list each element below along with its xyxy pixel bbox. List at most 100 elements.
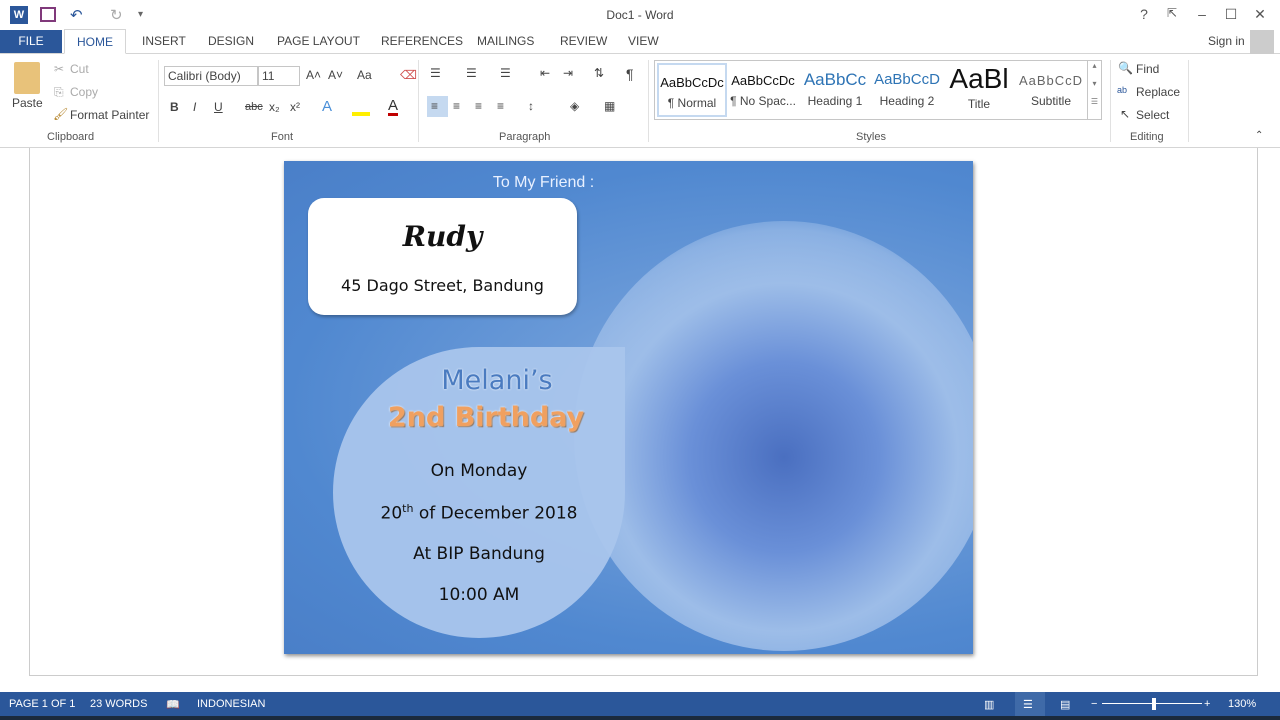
cut-button[interactable]: Cut (70, 62, 89, 76)
bullets-icon[interactable]: ☰ (430, 66, 441, 80)
tab-home[interactable]: HOME (64, 29, 126, 54)
collapse-ribbon-icon[interactable]: ⌃ (1255, 130, 1263, 141)
event-time: 10:00 AM (438, 585, 520, 605)
format-painter-button[interactable]: Format Painter (70, 108, 149, 122)
font-color-icon[interactable]: A (388, 98, 399, 116)
justify-icon[interactable]: ≡ (497, 99, 504, 113)
style-no-spacing[interactable]: AaBbCcDc ¶ No Spac... (728, 63, 798, 117)
event-title-name: Melani’s (441, 365, 553, 396)
superscript-button[interactable]: x² (290, 100, 300, 114)
align-right-icon[interactable]: ≡ (475, 99, 482, 113)
borders-icon[interactable]: ▦ (604, 99, 615, 113)
italic-button[interactable]: I (193, 100, 196, 114)
subscript-button[interactable]: x₂ (269, 100, 280, 114)
editing-group-label: Editing (1130, 131, 1164, 143)
page-count[interactable]: PAGE 1 OF 1 (9, 698, 75, 710)
clear-formatting-icon[interactable]: ⌫ (400, 68, 417, 82)
zoom-level[interactable]: 130% (1228, 698, 1256, 710)
styles-group-label: Styles (856, 131, 886, 143)
highlight-icon[interactable] (352, 102, 370, 116)
replace-icon: ab (1117, 85, 1128, 95)
select-button[interactable]: Select (1136, 108, 1169, 122)
recipient-name: Rudy (402, 220, 483, 253)
window-title: Doc1 - Word (606, 8, 674, 22)
avatar[interactable] (1250, 30, 1274, 54)
font-size-value: 11 (262, 69, 275, 83)
text-effects-icon[interactable]: A (322, 98, 332, 115)
to-label: To My Friend : (492, 174, 595, 191)
shading-icon[interactable]: ◈ (570, 99, 579, 113)
copy-icon: ⎘ (54, 85, 64, 99)
event-day: On Monday (430, 461, 528, 481)
show-marks-button[interactable]: ¶ (626, 66, 634, 82)
sign-in-link[interactable]: Sign in (1208, 34, 1245, 48)
ribbon-display-options-button[interactable]: ⇱ (1160, 6, 1184, 20)
minimize-button[interactable]: – (1190, 6, 1214, 22)
change-case-button[interactable]: Aa (357, 68, 372, 82)
paste-icon[interactable] (14, 62, 40, 94)
tab-references[interactable]: REFERENCES (381, 34, 463, 48)
numbering-icon[interactable]: ☰ (466, 66, 477, 80)
tab-design[interactable]: DESIGN (208, 34, 254, 48)
style-subtitle[interactable]: AaBbCcD Subtitle (1016, 63, 1086, 117)
strikethrough-button[interactable]: abc (245, 101, 263, 113)
clipboard-group-label: Clipboard (47, 131, 95, 143)
find-icon: 🔍 (1118, 61, 1133, 75)
tab-page-layout[interactable]: PAGE LAYOUT (277, 34, 360, 48)
font-group-label: Font (271, 131, 294, 143)
font-size-select[interactable]: 11 (258, 66, 300, 86)
ribbon-tabs: FILE HOME INSERT DESIGN PAGE LAYOUT REFE… (0, 29, 1280, 54)
web-layout-icon[interactable]: ▤ (1060, 698, 1070, 711)
zoom-in-button[interactable]: + (1204, 698, 1210, 710)
find-button[interactable]: Find (1136, 62, 1159, 76)
decrease-indent-icon[interactable]: ⇤ (540, 66, 550, 80)
style-normal[interactable]: AaBbCcDc ¶ Normal (657, 63, 727, 117)
shrink-font-button[interactable]: A˅ (328, 68, 343, 82)
close-button[interactable]: ✕ (1248, 6, 1272, 23)
grow-font-button[interactable]: A˄ (306, 68, 321, 82)
replace-button[interactable]: Replace (1136, 85, 1180, 99)
tab-insert[interactable]: INSERT (142, 34, 186, 48)
increase-indent-icon[interactable]: ⇥ (563, 66, 573, 80)
address-box: Rudy 45 Dago Street, Bandung (308, 198, 577, 315)
copy-button[interactable]: Copy (70, 85, 98, 99)
maximize-button[interactable]: ☐ (1219, 6, 1243, 23)
event-details: Melani’s 2nd Birthday On Monday 20th of … (333, 347, 625, 638)
style-heading-2[interactable]: AaBbCcD Heading 2 (872, 63, 942, 117)
help-button[interactable]: ? (1132, 6, 1156, 22)
bold-button[interactable]: B (170, 100, 179, 114)
zoom-out-button[interactable]: − (1091, 698, 1097, 710)
zoom-slider-thumb[interactable] (1152, 698, 1156, 710)
align-left-icon: ≡ (431, 99, 439, 113)
font-name-value: Calibri (Body) (168, 69, 241, 83)
flower-image (574, 221, 973, 651)
styles-gallery: AaBbCcDc ¶ Normal AaBbCcDc ¶ No Spac... Aa… (654, 60, 1102, 120)
underline-button[interactable]: U (214, 100, 223, 114)
ribbon: Paste ✂ Cut ⎘ Copy 🖌 Format Painter Clip… (0, 54, 1280, 148)
word-count[interactable]: 23 WORDS (90, 698, 147, 710)
recipient-address: 45 Dago Street, Bandung (341, 276, 544, 295)
font-name-select[interactable]: Calibri (Body) (164, 66, 258, 86)
tab-view[interactable]: VIEW (628, 34, 659, 48)
language[interactable]: INDONESIAN (197, 698, 265, 710)
style-heading-1[interactable]: AaBbCc Heading 1 (800, 63, 870, 117)
event-date: 20th of December 2018 (380, 502, 578, 524)
align-center-icon[interactable]: ≡ (453, 99, 460, 113)
birthday-card[interactable]: To My Friend : Rudy 45 Dago Street, Band… (284, 161, 973, 654)
sort-icon[interactable]: ⇅ (594, 66, 604, 80)
event-place: At BIP Bandung (413, 544, 545, 564)
tab-file[interactable]: FILE (0, 30, 62, 53)
styles-scroll[interactable]: ▴ ▾ ☰ (1087, 61, 1101, 119)
multilevel-list-icon[interactable]: ☰ (500, 66, 511, 80)
style-title[interactable]: AaBl Title (944, 63, 1014, 117)
status-bar: PAGE 1 OF 1 23 WORDS 📖 INDONESIAN ▥ ☰ ▤ … (0, 692, 1280, 716)
print-layout-icon: ☰ (1023, 699, 1033, 711)
paste-button[interactable]: Paste (12, 96, 43, 110)
tab-mailings[interactable]: MAILINGS (477, 34, 534, 48)
line-spacing-icon[interactable]: ↕ (528, 99, 534, 113)
proofing-icon[interactable]: 📖 (166, 698, 180, 711)
format-painter-icon: 🖌 (53, 107, 69, 121)
read-mode-icon[interactable]: ▥ (984, 698, 994, 711)
tab-review[interactable]: REVIEW (560, 34, 607, 48)
select-icon: ↖ (1120, 107, 1131, 121)
